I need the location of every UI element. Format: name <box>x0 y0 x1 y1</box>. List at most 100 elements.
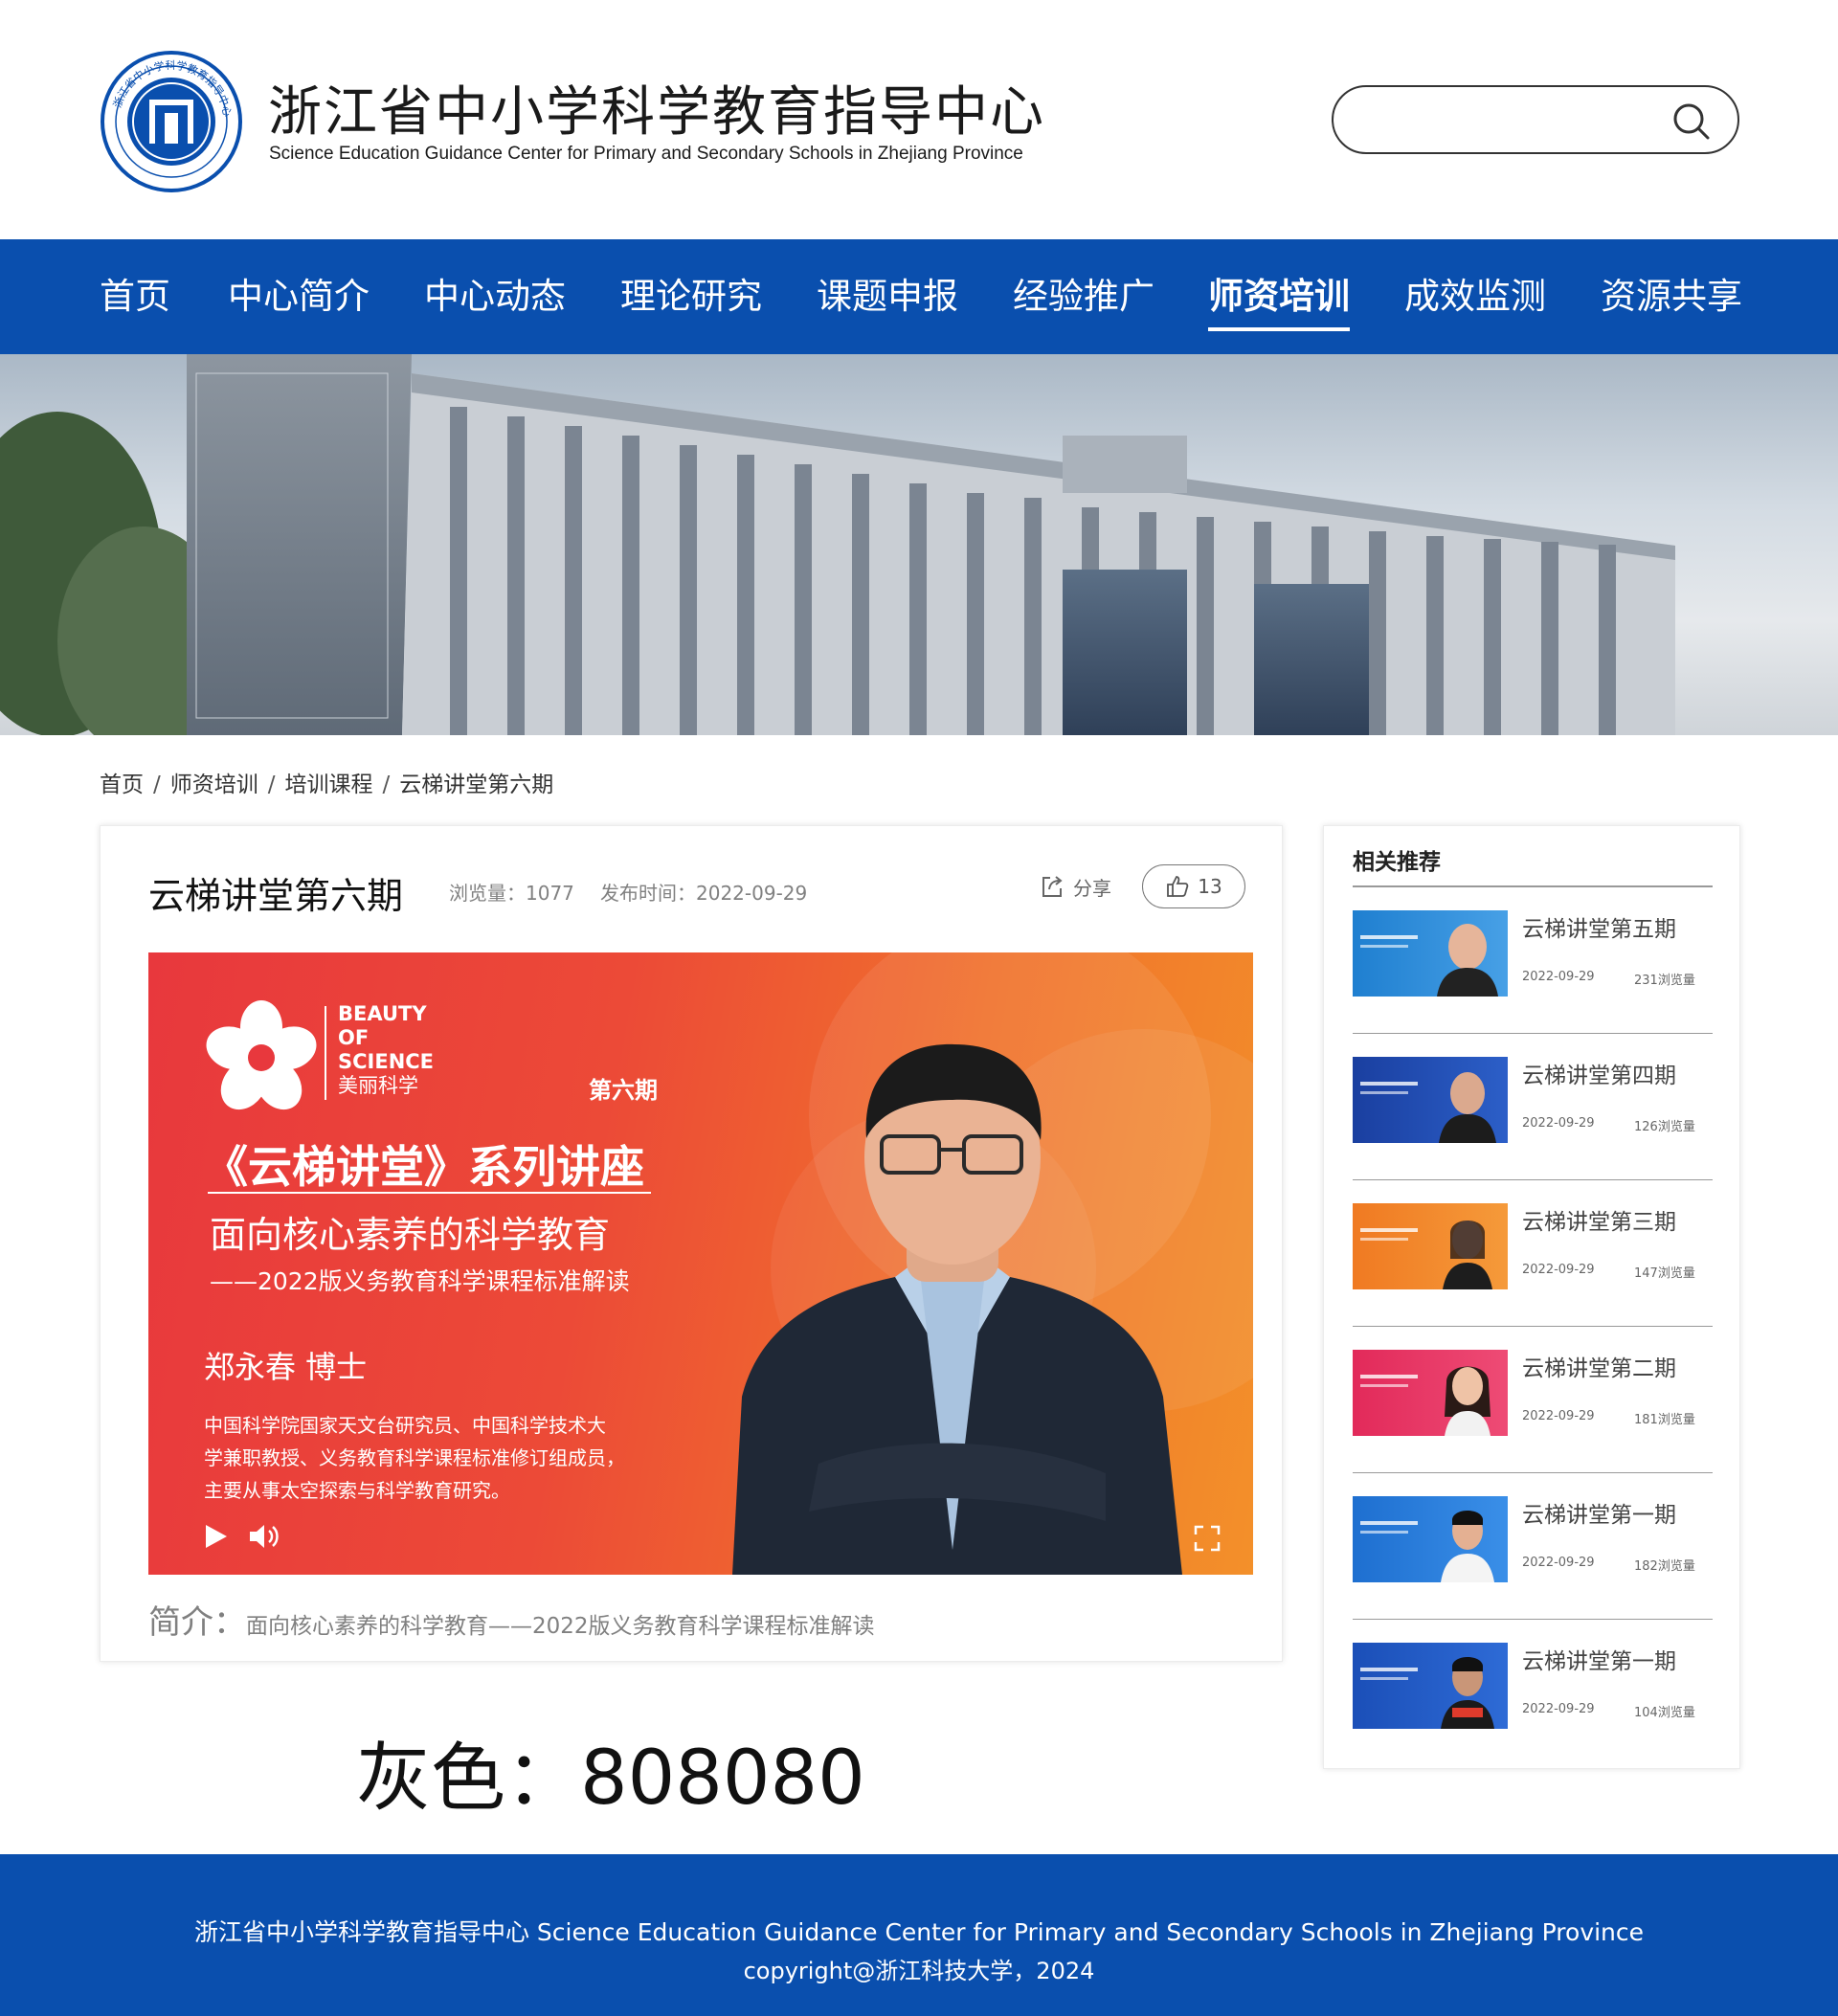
banner-image <box>0 354 1838 735</box>
video-player[interactable]: BEAUTY OF SCIENCE 美丽科学 第六期 《云梯讲堂》系列讲座 面向… <box>148 952 1253 1575</box>
related-item-views: 126浏览量 <box>1634 1120 1695 1134</box>
share-label: 分享 <box>1073 876 1111 900</box>
related-item-title[interactable]: 云梯讲堂第一期 <box>1522 1643 1676 1675</box>
nav-item-experience[interactable]: 经验推广 <box>1013 239 1154 354</box>
view-count: 浏览量：1077 <box>449 882 574 905</box>
speaker-bio-1: 中国科学院国家天文台研究员、中国科学技术大 <box>204 1414 606 1437</box>
thumbnail-portrait <box>1360 1511 1494 1582</box>
related-item-date: 2022-09-29 <box>1522 1409 1595 1423</box>
article-card: 云梯讲堂第六期 浏览量：1077 发布时间：2022-09-29 分享 13 B… <box>100 825 1283 1662</box>
related-thumbnail[interactable] <box>1353 1350 1508 1436</box>
like-count: 13 <box>1198 875 1222 898</box>
site-subtitle: Science Education Guidance Center for Pr… <box>269 144 1023 164</box>
article-intro: 简介：面向核心素养的科学教育——2022版义务教育科学课程标准解读 <box>148 1596 875 1643</box>
building-illustration <box>0 354 1675 735</box>
fullscreen-icon[interactable] <box>1194 1525 1221 1552</box>
related-item[interactable]: 云梯讲堂第一期 2022-09-29 104浏览量 <box>1353 1620 1713 1766</box>
related-item-views: 231浏览量 <box>1634 974 1695 988</box>
site-title: 浙江省中小学科学教育指导中心 <box>268 81 1045 144</box>
series-underline <box>208 1192 651 1194</box>
speaker-bio-2: 学兼职教授、义务教育科学课程标准修订组成员， <box>204 1446 625 1469</box>
related-item[interactable]: 云梯讲堂第三期 2022-09-29 147浏览量 <box>1353 1180 1713 1327</box>
related-item-date: 2022-09-29 <box>1522 970 1595 984</box>
thumbs-up-icon <box>1167 876 1189 897</box>
publish-date: 发布时间：2022-09-29 <box>600 882 808 905</box>
breadcrumb-separator: / <box>382 773 391 797</box>
thumbnail-portrait <box>1360 1072 1496 1143</box>
thumbnail-portrait <box>1360 1657 1494 1729</box>
nav-item-about[interactable]: 中心简介 <box>228 239 370 354</box>
nav-item-research[interactable]: 理论研究 <box>620 239 762 354</box>
speaker-bio-3: 主要从事太空探索与科学教育研究。 <box>204 1479 510 1502</box>
related-item-date: 2022-09-29 <box>1522 1263 1595 1277</box>
share-icon <box>1042 876 1063 897</box>
share-button[interactable]: 分享 <box>1039 870 1111 903</box>
site-header: 浙江省中小学科学教育指导中心 浙江省中小学科学教育指导中心 Science Ed… <box>0 0 1838 239</box>
related-thumbnail[interactable] <box>1353 1057 1508 1143</box>
related-item-views: 147浏览量 <box>1634 1266 1695 1281</box>
related-item-title[interactable]: 云梯讲堂第五期 <box>1522 910 1676 943</box>
breadcrumb-current: 云梯讲堂第六期 <box>399 773 554 797</box>
search-icon[interactable] <box>1670 101 1711 141</box>
breadcrumb-separator: / <box>153 773 161 797</box>
breadcrumb-home[interactable]: 首页 <box>100 773 144 797</box>
related-thumbnail[interactable] <box>1353 910 1508 997</box>
brand-en-line-3: SCIENCE <box>338 1050 435 1073</box>
footer-org-name: 浙江省中小学科学教育指导中心 Science Education Guidanc… <box>193 1918 1645 1946</box>
like-button[interactable]: 13 <box>1142 864 1245 908</box>
related-item[interactable]: 云梯讲堂第一期 2022-09-29 182浏览量 <box>1353 1473 1713 1620</box>
video-topic: 面向核心素养的科学教育 <box>210 1214 611 1256</box>
main-nav: 首页 中心简介 中心动态 理论研究 课题申报 经验推广 师资培训 成效监测 资源… <box>0 239 1838 354</box>
series-title: 《云梯讲堂》系列讲座 <box>204 1141 644 1193</box>
breadcrumb-training[interactable]: 师资培训 <box>170 773 258 797</box>
issue-label: 第六期 <box>589 1077 658 1104</box>
brand-en-line-1: BEAUTY <box>338 1002 427 1025</box>
related-item-views: 181浏览量 <box>1634 1413 1695 1427</box>
related-item-title[interactable]: 云梯讲堂第四期 <box>1522 1057 1676 1089</box>
video-subtopic: ——2022版义务教育科学课程标准解读 <box>210 1267 630 1295</box>
thumbnail-portrait <box>1360 1366 1491 1436</box>
thumbnail-portrait <box>1360 924 1498 997</box>
thumbnail-portrait <box>1360 1221 1492 1289</box>
nav-item-resources[interactable]: 资源共享 <box>1601 239 1742 354</box>
related-item[interactable]: 云梯讲堂第五期 2022-09-29 231浏览量 <box>1353 887 1713 1034</box>
related-item-date: 2022-09-29 <box>1522 1116 1595 1131</box>
related-item-title[interactable]: 云梯讲堂第二期 <box>1522 1350 1676 1382</box>
related-item-title[interactable]: 云梯讲堂第一期 <box>1522 1496 1676 1529</box>
nav-item-monitoring[interactable]: 成效监测 <box>1404 239 1546 354</box>
related-item-title[interactable]: 云梯讲堂第三期 <box>1522 1203 1676 1236</box>
nav-item-projects[interactable]: 课题申报 <box>817 239 958 354</box>
brand-en-line-2: OF <box>338 1026 370 1049</box>
color-annotation: 灰色：808080 <box>356 1736 865 1822</box>
related-item-date: 2022-09-29 <box>1522 1702 1595 1716</box>
article-title: 云梯讲堂第六期 <box>148 875 404 917</box>
brand-cn: 美丽科学 <box>338 1074 418 1097</box>
site-logo[interactable]: 浙江省中小学科学教育指导中心 <box>100 50 243 193</box>
brand-divider <box>325 1006 326 1100</box>
brand-flower-logo <box>206 1000 317 1110</box>
speaker-portrait <box>732 1043 1182 1575</box>
speaker-name: 郑永春 博士 <box>204 1349 368 1385</box>
related-item[interactable]: 云梯讲堂第四期 2022-09-29 126浏览量 <box>1353 1034 1713 1180</box>
sidebar-title: 相关推荐 <box>1353 850 1441 875</box>
site-footer: 浙江省中小学科学教育指导中心 Science Education Guidanc… <box>0 1854 1838 2016</box>
related-item-views: 182浏览量 <box>1634 1559 1695 1574</box>
nav-item-training[interactable]: 师资培训 <box>1208 239 1350 354</box>
related-thumbnail[interactable] <box>1353 1203 1508 1289</box>
nav-item-home[interactable]: 首页 <box>100 239 170 354</box>
related-sidebar: 相关推荐 云梯讲堂第五期 2022-09-29 231浏览量 云梯讲堂第四期 2… <box>1323 825 1740 1769</box>
related-thumbnail[interactable] <box>1353 1496 1508 1582</box>
play-icon[interactable] <box>204 1523 229 1550</box>
intro-label: 简介： <box>148 1603 246 1642</box>
related-item[interactable]: 云梯讲堂第二期 2022-09-29 181浏览量 <box>1353 1327 1713 1473</box>
nav-item-news[interactable]: 中心动态 <box>424 239 566 354</box>
search-box[interactable] <box>1332 85 1739 154</box>
breadcrumb-courses[interactable]: 培训课程 <box>285 773 373 797</box>
related-thumbnail[interactable] <box>1353 1643 1508 1729</box>
volume-icon[interactable] <box>248 1523 280 1550</box>
related-item-views: 104浏览量 <box>1634 1706 1695 1720</box>
search-input[interactable] <box>1360 101 1647 139</box>
intro-text: 面向核心素养的科学教育——2022版义务教育科学课程标准解读 <box>246 1614 875 1639</box>
related-item-date: 2022-09-29 <box>1522 1556 1595 1570</box>
footer-copyright: copyright@浙江科技大学，2024 <box>743 1958 1095 1984</box>
